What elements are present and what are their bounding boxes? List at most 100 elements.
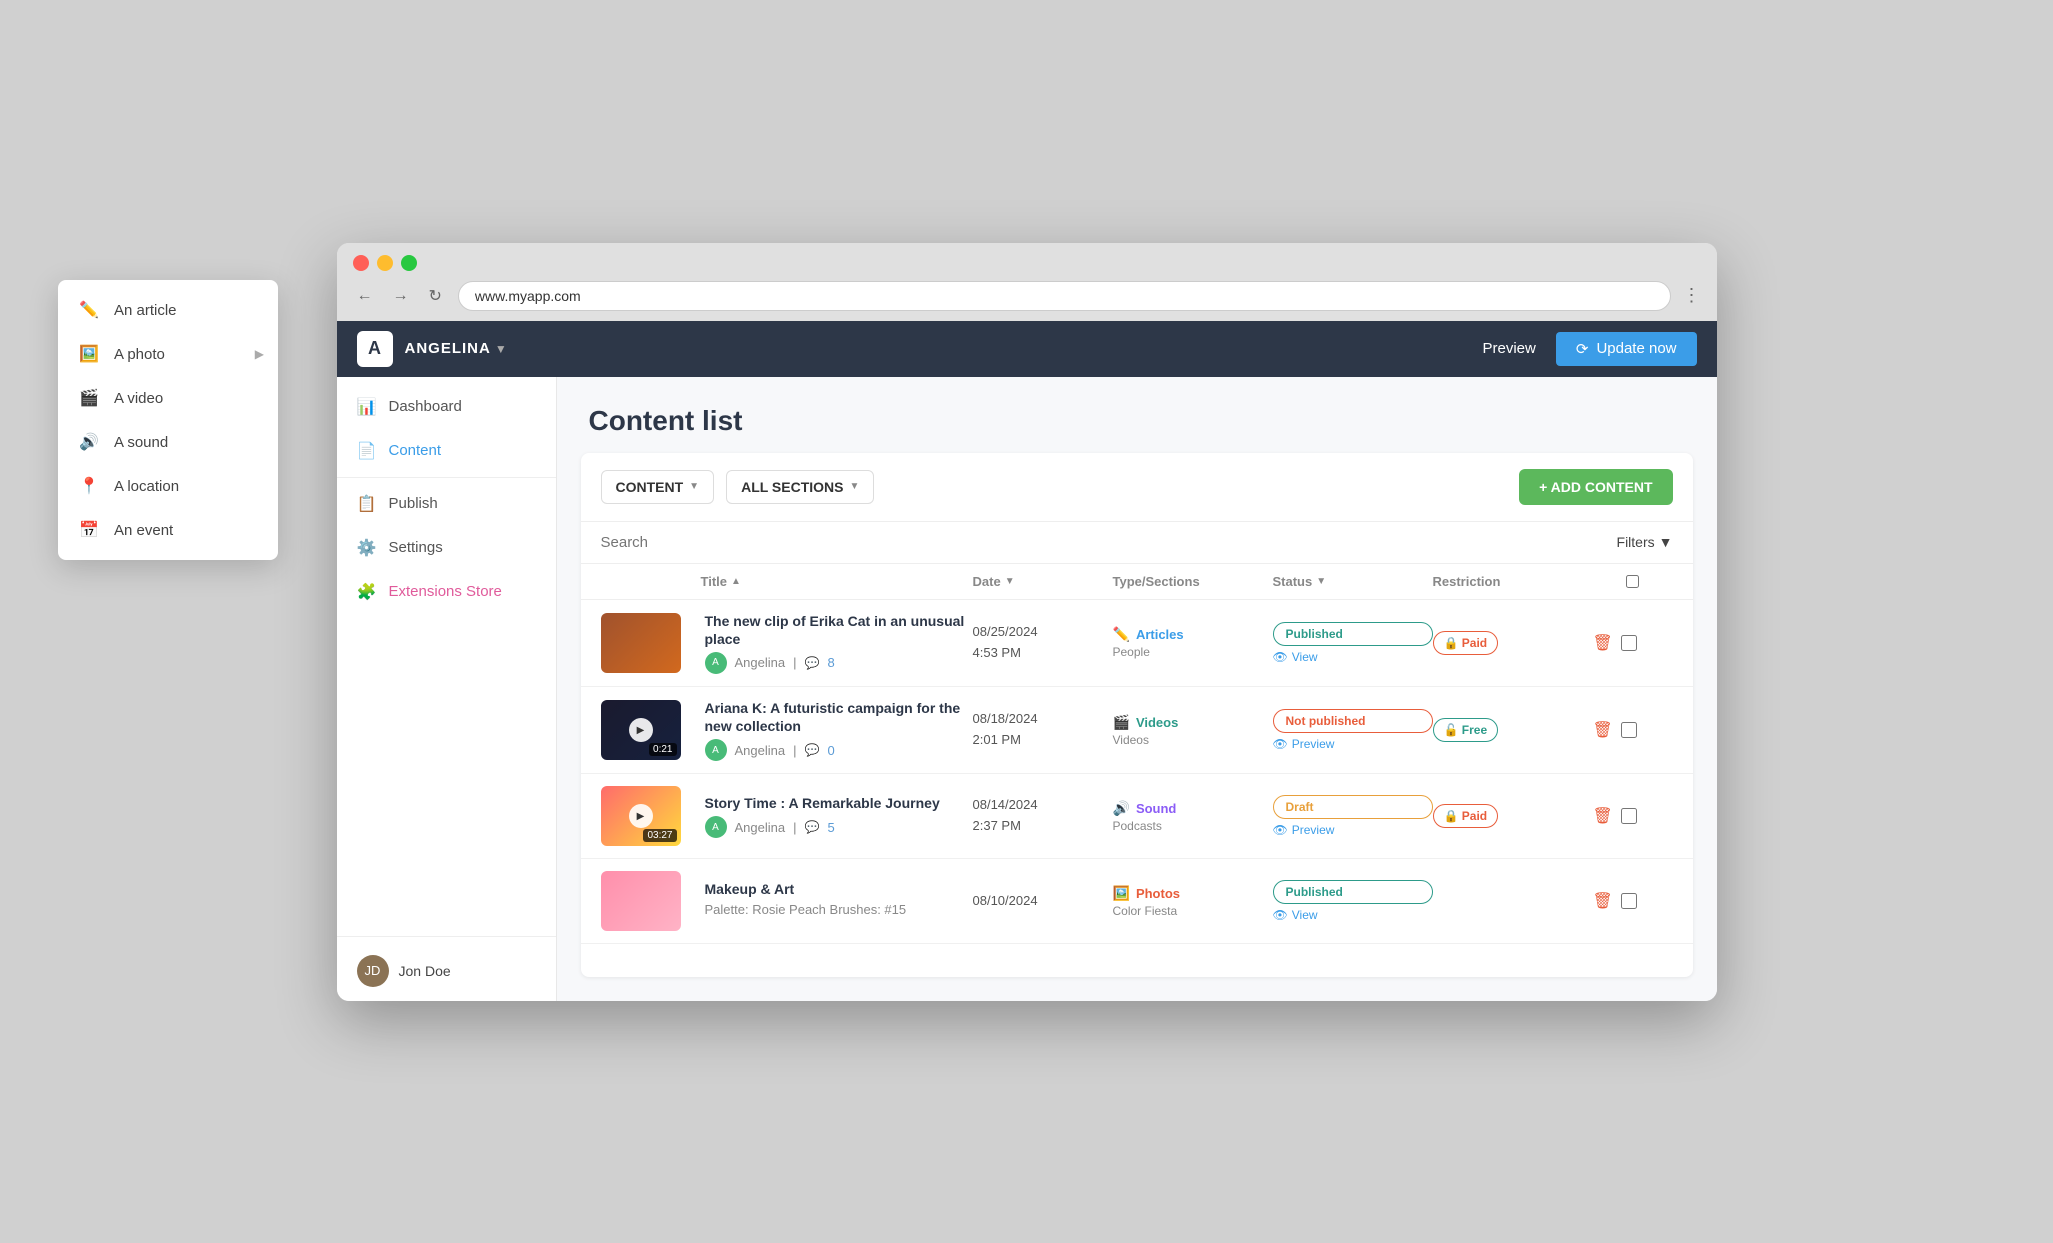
author-avatar-1: A — [705, 652, 727, 674]
delete-button-3[interactable]: 🗑 — [1593, 806, 1613, 826]
duration-2: 0:21 — [649, 743, 676, 756]
thumbnail-1[interactable] — [601, 613, 681, 673]
header-thumb — [601, 574, 701, 589]
time-value-3: 2:37 PM — [973, 816, 1113, 837]
delete-button-4[interactable]: 🗑 — [1593, 891, 1613, 911]
type-cell-2: 🎬 Videos Videos — [1113, 714, 1273, 747]
restriction-cell-1: 🔒 Paid — [1433, 631, 1593, 655]
status-cell-4: Published 👁 View — [1273, 880, 1433, 922]
type-cell-4: 🖼️ Photos Color Fiesta — [1113, 885, 1273, 918]
view-link-4[interactable]: 👁 View — [1273, 908, 1433, 922]
thumbnail-4[interactable] — [601, 871, 681, 931]
status-badge-2: Not published — [1273, 709, 1433, 733]
dashboard-icon: 📊 — [357, 397, 377, 417]
type-text-2: Videos — [1136, 715, 1178, 730]
preview-button[interactable]: Preview — [1463, 332, 1556, 365]
status-badge-4: Published — [1273, 880, 1433, 904]
user-item[interactable]: JD Jon Doe — [337, 941, 556, 1001]
preview-link-2[interactable]: 👁 Preview — [1273, 737, 1433, 751]
forward-button[interactable]: → — [389, 283, 413, 309]
table-row: ▶ 03:27 Story Time : A Remarkable Journe… — [581, 774, 1693, 859]
select-all-checkbox[interactable] — [1626, 574, 1639, 589]
comment-count-1[interactable]: 8 — [827, 655, 834, 670]
comment-count-2[interactable]: 0 — [827, 743, 834, 758]
thumbnail-2[interactable]: ▶ 0:21 — [601, 700, 681, 760]
row-checkbox-3[interactable] — [1621, 808, 1637, 824]
row-checkbox-1[interactable] — [1621, 635, 1637, 651]
type-icon-2: 🎬 — [1113, 714, 1130, 731]
separator-3: | — [793, 820, 796, 835]
restriction-badge-3: 🔒 Paid — [1433, 804, 1499, 828]
content-title-1[interactable]: The new clip of Erika Cat in an unusual … — [705, 612, 973, 648]
traffic-lights — [353, 255, 1701, 271]
view-label-4: View — [1292, 908, 1318, 922]
sections-filter-button[interactable]: ALL SECTIONS ▼ — [726, 470, 874, 504]
refresh-icon: ⟳ — [1576, 340, 1589, 358]
date-sort-icon: ▼ — [1005, 576, 1015, 587]
sidebar-item-dashboard[interactable]: 📊 Dashboard — [337, 385, 556, 429]
content-subtitle-4: Palette: Rosie Peach Brushes: #15 — [705, 902, 973, 917]
sidebar-item-publish[interactable]: 📋 Publish — [337, 482, 556, 526]
date-cell-2: 08/18/2024 2:01 PM — [973, 709, 1113, 751]
content-info-4: Makeup & Art Palette: Rosie Peach Brushe… — [701, 880, 973, 923]
minimize-button[interactable] — [377, 255, 393, 271]
comment-count-3[interactable]: 5 — [827, 820, 834, 835]
thumb-cell-3: ▶ 03:27 — [601, 786, 701, 846]
time-value-2: 2:01 PM — [973, 730, 1113, 751]
author-name-1: Angelina — [735, 655, 786, 670]
preview-label-3: Preview — [1292, 823, 1335, 837]
top-nav: A ANGELINA ▼ Preview ⟳ Update now — [337, 321, 1717, 377]
header-status[interactable]: Status ▼ — [1273, 574, 1433, 589]
browser-menu-icon[interactable]: ⋮ — [1683, 285, 1701, 306]
row-checkbox-2[interactable] — [1621, 722, 1637, 738]
date-cell-4: 08/10/2024 — [973, 891, 1113, 912]
header-date[interactable]: Date ▼ — [973, 574, 1113, 589]
thumbnail-3[interactable]: ▶ 03:27 — [601, 786, 681, 846]
brand-chevron-icon[interactable]: ▼ — [495, 342, 507, 356]
sidebar-item-extensions[interactable]: 🧩 Extensions Store — [337, 570, 556, 614]
status-cell-3: Draft 👁 Preview — [1273, 795, 1433, 837]
row-checkbox-4[interactable] — [1621, 893, 1637, 909]
update-now-button[interactable]: ⟳ Update now — [1556, 332, 1697, 366]
back-button[interactable]: ← — [353, 283, 377, 309]
sidebar: 📊 Dashboard 📄 Content 📋 Publish ⚙️ Setti… — [337, 377, 557, 1001]
content-info-3: Story Time : A Remarkable Journey A Ange… — [701, 794, 973, 838]
content-filter-button[interactable]: CONTENT ▼ — [601, 470, 715, 504]
status-badge-3: Draft — [1273, 795, 1433, 819]
header-restriction: Restriction — [1433, 574, 1593, 589]
sidebar-bottom-divider — [337, 936, 556, 937]
preview-label-2: Preview — [1292, 737, 1335, 751]
add-content-button[interactable]: + ADD CONTENT — [1519, 469, 1672, 505]
status-cell-1: Published 👁 View — [1273, 622, 1433, 664]
search-input[interactable] — [601, 534, 901, 551]
reload-button[interactable]: ↻ — [425, 282, 446, 310]
content-title-4[interactable]: Makeup & Art — [705, 880, 973, 898]
browser-toolbar: ← → ↻ ⋮ — [353, 281, 1701, 321]
delete-button-2[interactable]: 🗑 — [1593, 720, 1613, 740]
type-label-4: 🖼️ Photos — [1113, 885, 1273, 902]
filters-button[interactable]: Filters ▼ — [1617, 534, 1673, 550]
content-toolbar: CONTENT ▼ ALL SECTIONS ▼ + ADD CONTENT — [581, 453, 1693, 522]
preview-link-3[interactable]: 👁 Preview — [1273, 823, 1433, 837]
thumb-img-1 — [601, 613, 681, 673]
content-title-2[interactable]: Ariana K: A futuristic campaign for the … — [705, 699, 973, 735]
view-link-1[interactable]: 👁 View — [1273, 650, 1433, 664]
eye-icon-1: 👁 — [1273, 650, 1288, 664]
user-avatar: JD — [357, 955, 389, 987]
header-checkbox-cell — [1593, 574, 1673, 589]
browser-chrome: ← → ↻ ⋮ — [337, 243, 1717, 321]
date-value-1: 08/25/2024 — [973, 622, 1113, 643]
address-bar[interactable] — [458, 281, 1671, 311]
browser-window: ← → ↻ ⋮ A ANGELINA ▼ Preview ⟳ Update no… — [337, 243, 1717, 1001]
separator-1: | — [793, 655, 796, 670]
status-badge-1: Published — [1273, 622, 1433, 646]
app-container: A ANGELINA ▼ Preview ⟳ Update now 📊 Dash… — [337, 321, 1717, 1001]
eye-icon-2: 👁 — [1273, 737, 1288, 751]
maximize-button[interactable] — [401, 255, 417, 271]
sidebar-item-settings[interactable]: ⚙️ Settings — [337, 526, 556, 570]
sidebar-item-content[interactable]: 📄 Content — [337, 429, 556, 473]
delete-button-1[interactable]: 🗑 — [1593, 633, 1613, 653]
close-button[interactable] — [353, 255, 369, 271]
header-title[interactable]: Title ▲ — [701, 574, 973, 589]
content-title-3[interactable]: Story Time : A Remarkable Journey — [705, 794, 973, 812]
